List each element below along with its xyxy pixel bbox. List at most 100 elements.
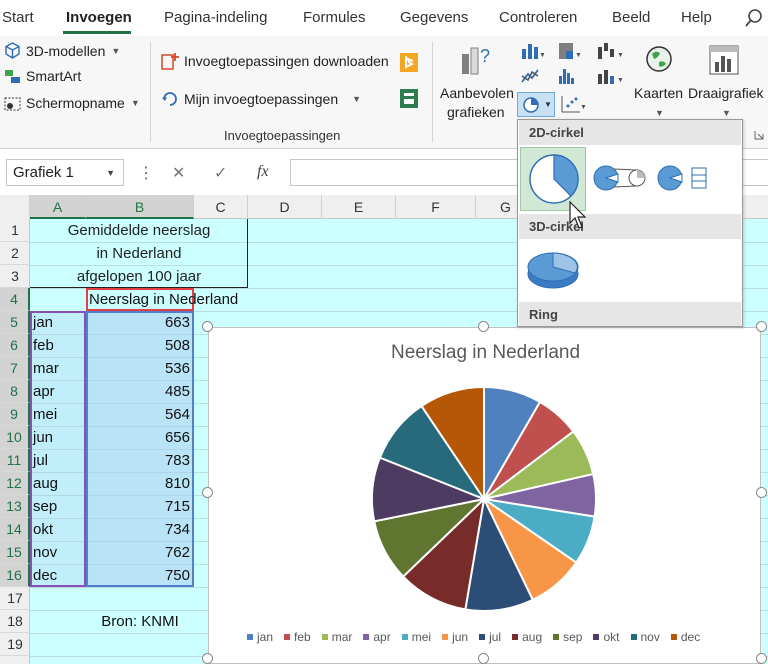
month-cell[interactable]: nov bbox=[33, 541, 57, 564]
row-header[interactable]: 7 bbox=[0, 357, 30, 380]
value-cell[interactable]: 663 bbox=[86, 311, 190, 334]
resize-handle-bottom[interactable] bbox=[478, 653, 489, 664]
line-chart-icon[interactable] bbox=[520, 66, 544, 86]
bing-icon[interactable] bbox=[400, 53, 418, 72]
title-line-3[interactable]: afgelopen 100 jaar bbox=[30, 265, 248, 288]
column-header-b[interactable]: B bbox=[86, 195, 194, 219]
search-icon[interactable] bbox=[744, 8, 764, 28]
title-line-1[interactable]: Gemiddelde neerslag bbox=[30, 219, 248, 242]
month-cell[interactable]: aug bbox=[33, 472, 58, 495]
row-header[interactable]: 3 bbox=[0, 265, 30, 288]
value-cell[interactable]: 536 bbox=[86, 357, 190, 380]
resize-handle-bottom-left[interactable] bbox=[202, 653, 213, 664]
resize-handle-top-right[interactable] bbox=[756, 321, 767, 332]
row-header[interactable]: 8 bbox=[0, 380, 30, 403]
legend-item[interactable]: aug bbox=[512, 630, 542, 644]
value-cell[interactable]: 783 bbox=[86, 449, 190, 472]
legend-item[interactable]: mar bbox=[321, 630, 352, 644]
row-header[interactable]: 2 bbox=[0, 242, 30, 265]
value-cell[interactable]: 750 bbox=[86, 564, 190, 587]
chart-legend[interactable]: jan feb mar apr mei jun jul aug sep okt nov dec bbox=[247, 630, 727, 644]
smartart-button[interactable]: SmartArt bbox=[4, 68, 81, 84]
column-header-e[interactable]: E bbox=[322, 195, 396, 219]
pie-plot-area[interactable] bbox=[209, 328, 762, 665]
pivot-chart-button[interactable]: Draaigrafiek ▼ bbox=[688, 38, 766, 128]
legend-item[interactable]: apr bbox=[363, 630, 391, 644]
row-header[interactable]: 1 bbox=[0, 219, 30, 242]
screenshot-button[interactable]: Schermopname ▼ bbox=[4, 95, 140, 111]
tab-help[interactable]: Help bbox=[681, 9, 712, 26]
value-cell[interactable]: 734 bbox=[86, 518, 190, 541]
value-cell[interactable]: 810 bbox=[86, 472, 190, 495]
maps-button[interactable]: Kaarten ▼ bbox=[634, 38, 686, 128]
row-header[interactable]: 12 bbox=[0, 472, 30, 495]
resize-handle-top[interactable] bbox=[478, 321, 489, 332]
column-header-c[interactable]: C bbox=[194, 195, 248, 219]
combo-chart-icon[interactable]: ▼ bbox=[596, 66, 624, 86]
more-options-icon[interactable]: ⋮ bbox=[138, 163, 154, 183]
value-cell[interactable]: 564 bbox=[86, 403, 190, 426]
pie-of-pie-option[interactable] bbox=[590, 147, 656, 211]
value-cell[interactable]: 656 bbox=[86, 426, 190, 449]
pie-3d-option[interactable] bbox=[520, 240, 586, 304]
people-graph-icon[interactable] bbox=[400, 89, 418, 108]
legend-item[interactable]: sep bbox=[553, 630, 582, 644]
row-header[interactable]: 4 bbox=[0, 288, 30, 311]
row-header[interactable]: 10 bbox=[0, 426, 30, 449]
recommended-charts-button[interactable]: ? Aanbevolen grafieken bbox=[436, 38, 514, 123]
value-cell[interactable]: 762 bbox=[86, 541, 190, 564]
legend-item[interactable]: nov bbox=[630, 630, 660, 644]
dialog-launcher-icon[interactable] bbox=[754, 130, 764, 140]
month-cell[interactable]: feb bbox=[33, 334, 54, 357]
title-line-2[interactable]: in Nederland bbox=[30, 242, 248, 265]
resize-handle-left[interactable] bbox=[202, 487, 213, 498]
column-header-d[interactable]: D bbox=[248, 195, 322, 219]
row-header[interactable]: 14 bbox=[0, 518, 30, 541]
month-cell[interactable]: apr bbox=[33, 380, 55, 403]
row-header[interactable]: 5 bbox=[0, 311, 30, 334]
name-box[interactable]: Grafiek 1 ▼ bbox=[6, 159, 124, 186]
legend-item[interactable]: okt bbox=[593, 630, 620, 644]
month-cell[interactable]: sep bbox=[33, 495, 57, 518]
tab-controleren[interactable]: Controleren bbox=[499, 9, 577, 26]
tab-formules[interactable]: Formules bbox=[303, 9, 366, 26]
pie-chart-button[interactable]: ▼ bbox=[517, 92, 555, 117]
my-addins-button[interactable]: Mijn invoegtoepassingen ▼ bbox=[161, 90, 361, 108]
scatter-chart-icon[interactable]: ▼ bbox=[560, 94, 586, 114]
legend-item[interactable]: jun bbox=[442, 630, 468, 644]
source-cell[interactable]: Bron: KNMI bbox=[86, 610, 194, 633]
value-cell[interactable]: 508 bbox=[86, 334, 190, 357]
waterfall-chart-icon[interactable]: ▼ bbox=[596, 41, 624, 61]
row-header[interactable]: 15 bbox=[0, 541, 30, 564]
get-addins-button[interactable]: Invoegtoepassingen downloaden bbox=[161, 52, 389, 70]
tab-start[interactable]: Start bbox=[2, 9, 34, 26]
resize-handle-top-left[interactable] bbox=[202, 321, 213, 332]
column-header-a[interactable]: A bbox=[30, 195, 86, 219]
row-header[interactable]: 16 bbox=[0, 564, 30, 587]
row-header[interactable]: 9 bbox=[0, 403, 30, 426]
resize-handle-bottom-right[interactable] bbox=[756, 653, 767, 664]
row-header[interactable]: 19 bbox=[0, 633, 30, 656]
value-cell[interactable]: 485 bbox=[86, 380, 190, 403]
tab-pagina-indeling[interactable]: Pagina-indeling bbox=[164, 9, 267, 26]
row-header[interactable]: 18 bbox=[0, 610, 30, 633]
enter-icon[interactable]: ✓ bbox=[214, 163, 227, 183]
legend-item[interactable]: dec bbox=[670, 630, 700, 644]
pie-chart[interactable]: Neerslag in Nederland jan feb mar apr mei jun… bbox=[208, 327, 761, 664]
month-cell[interactable]: mar bbox=[33, 357, 59, 380]
value-cell[interactable]: 715 bbox=[86, 495, 190, 518]
month-cell[interactable]: okt bbox=[33, 518, 53, 541]
month-cell[interactable]: mei bbox=[33, 403, 57, 426]
statistic-chart-icon[interactable] bbox=[557, 66, 581, 86]
tab-invoegen[interactable]: Invoegen bbox=[66, 9, 132, 26]
month-cell[interactable]: jun bbox=[33, 426, 53, 449]
row-header[interactable]: 17 bbox=[0, 587, 30, 610]
row-header[interactable]: 13 bbox=[0, 495, 30, 518]
bar-of-pie-option[interactable] bbox=[656, 147, 722, 211]
cancel-icon[interactable]: ✕ bbox=[172, 163, 185, 183]
legend-item[interactable]: jul bbox=[479, 630, 501, 644]
row-header[interactable]: 6 bbox=[0, 334, 30, 357]
hierarchy-chart-icon[interactable]: ▼ bbox=[557, 41, 581, 61]
tab-beeld[interactable]: Beeld bbox=[612, 9, 650, 26]
month-cell[interactable]: jan bbox=[33, 311, 53, 334]
